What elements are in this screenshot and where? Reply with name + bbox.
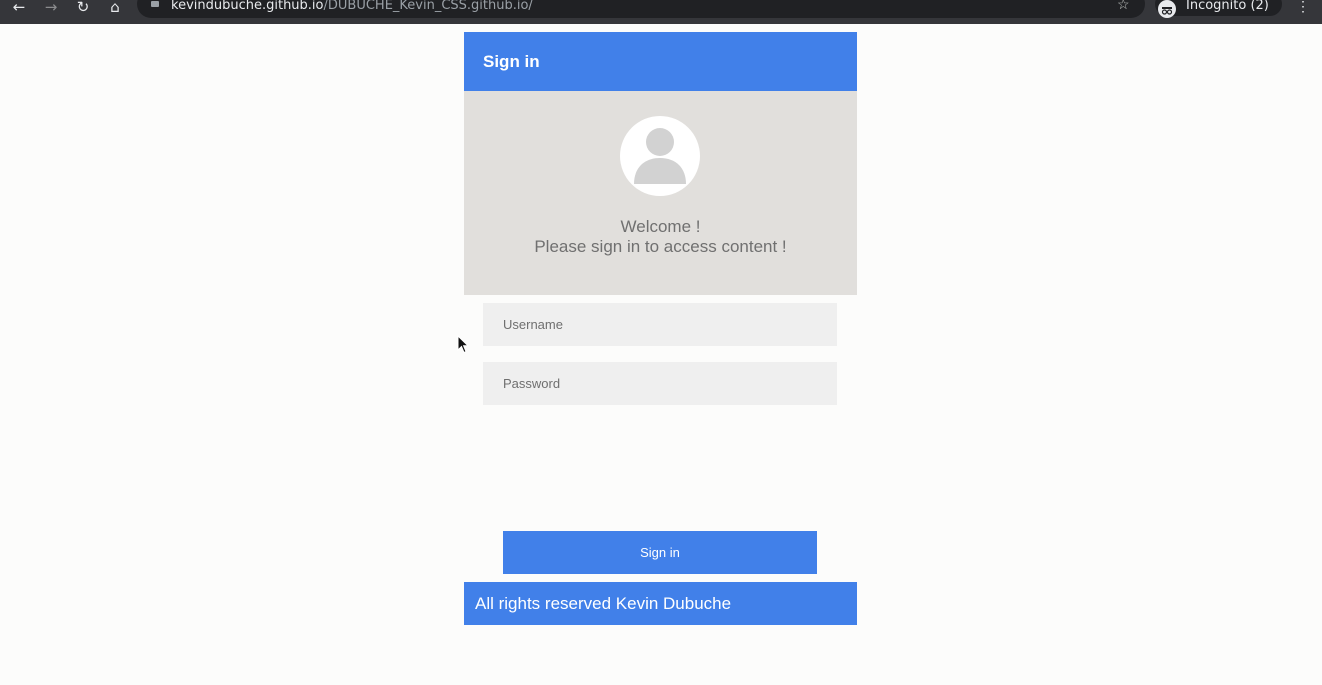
url-text[interactable]: kevindubuche.github.io/DUBUCHE_Kevin_CSS… [171, 0, 533, 12]
card-header: Sign in [464, 32, 857, 91]
incognito-icon [1158, 0, 1176, 18]
footer-copyright: All rights reserved Kevin Dubuche [475, 594, 732, 613]
forward-icon[interactable]: → [40, 0, 62, 15]
incognito-label: Incognito (2) [1186, 0, 1269, 13]
footer: All rights reserved Kevin Dubuche [464, 582, 857, 625]
page-title: Sign in [483, 52, 540, 71]
kebab-menu-icon[interactable]: ⋮ [1296, 0, 1310, 13]
bookmark-star-icon[interactable]: ☆ [1117, 0, 1130, 11]
welcome-message: Welcome ! Please sign in to access conte… [464, 217, 857, 257]
url-host: kevindubuche.github.io [171, 0, 324, 13]
lock-icon[interactable] [151, 1, 159, 7]
home-icon[interactable]: ⌂ [104, 0, 126, 15]
mouse-cursor-icon [457, 334, 470, 354]
welcome-panel: Welcome ! Please sign in to access conte… [464, 91, 857, 295]
user-avatar-icon [620, 116, 700, 196]
browser-toolbar: ← → ↻ ⌂ kevindubuche.github.io/DUBUCHE_K… [0, 0, 1322, 24]
welcome-heading: Welcome ! [620, 217, 701, 236]
password-field[interactable] [483, 362, 837, 405]
incognito-indicator[interactable]: Incognito (2) [1155, 0, 1282, 18]
back-icon[interactable]: ← [8, 0, 30, 15]
welcome-subtext: Please sign in to access content ! [534, 237, 787, 256]
address-bar[interactable]: kevindubuche.github.io/DUBUCHE_Kevin_CSS… [137, 0, 1145, 18]
reload-icon[interactable]: ↻ [72, 0, 94, 15]
sign-in-button[interactable]: Sign in [503, 531, 817, 574]
username-field[interactable] [483, 303, 837, 346]
url-path: /DUBUCHE_Kevin_CSS.github.io/ [323, 0, 533, 13]
